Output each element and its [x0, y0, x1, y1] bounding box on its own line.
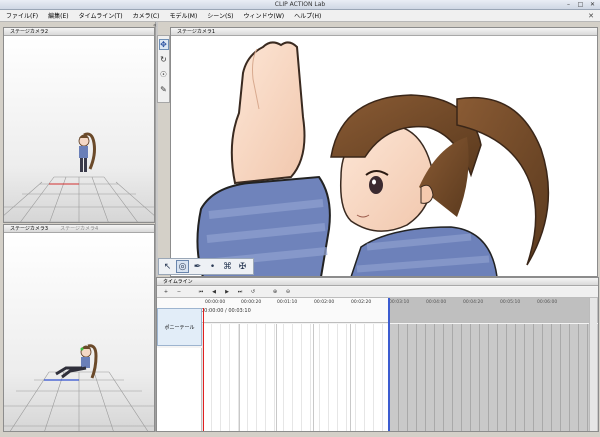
- pose-icon[interactable]: ✠: [236, 260, 249, 273]
- window-title: CLIP ACTION Lab: [274, 1, 326, 8]
- title-bar: CLIP ACTION Lab – □ ✕: [0, 0, 600, 10]
- move-tool-icon[interactable]: ✥: [158, 39, 169, 50]
- menu-help[interactable]: ヘルプ(H): [292, 10, 323, 21]
- go-start-button[interactable]: ⏮: [196, 288, 206, 296]
- menu-timeline[interactable]: タイムライン(T): [77, 10, 125, 21]
- timeline-scrollbar[interactable]: [589, 298, 597, 431]
- stage-camera-2-viewport[interactable]: [4, 37, 154, 222]
- orbit-icon[interactable]: ◎: [176, 260, 189, 273]
- tick-label: 00:02:20: [351, 300, 372, 305]
- tick-label: 00:00:00: [205, 300, 226, 305]
- start-marker[interactable]: [203, 308, 204, 431]
- stage-camera-1-panel: ステージカメラ1: [170, 27, 598, 277]
- tick-label: 00:06:00: [537, 300, 558, 305]
- stage-camera-1-viewport[interactable]: [171, 37, 597, 276]
- stage-grid-2: [4, 37, 154, 222]
- tick-label: 00:05:10: [500, 300, 521, 305]
- time-display: 00:00:00 / 00:03:10: [201, 308, 251, 314]
- menu-model[interactable]: モデル(M): [167, 10, 199, 21]
- timeline-ruler[interactable]: 00:00:00 / 00:03:10 00:00:00 00:00:20 00…: [157, 298, 598, 323]
- track-list: [157, 348, 202, 431]
- menu-bar: ファイル(F) 編集(E) タイムライン(T) カメラ(C) モデル(M) シー…: [0, 10, 600, 22]
- stage-grid-3: [4, 234, 154, 431]
- tab-stage-camera-2[interactable]: ステージカメラ2: [7, 28, 51, 35]
- go-end-button[interactable]: ⏭: [235, 288, 245, 296]
- rotate-camera-icon[interactable]: ↻: [159, 54, 169, 65]
- loop-button[interactable]: ↺: [248, 288, 258, 296]
- remove-key-button[interactable]: −: [174, 288, 184, 296]
- tab-stage-camera-4[interactable]: ステージカメラ4: [57, 225, 101, 232]
- tick-label: 00:00:20: [241, 300, 262, 305]
- tick-label: 00:02:00: [314, 300, 335, 305]
- tab-timeline[interactable]: タイムライン: [160, 278, 196, 285]
- pin-icon[interactable]: ✒: [191, 260, 204, 273]
- stage-camera-2-panel: ステージカメラ2: [3, 27, 155, 223]
- menu-camera[interactable]: カメラ(C): [131, 10, 162, 21]
- figure-icon[interactable]: ⌘: [221, 260, 234, 273]
- timeline-panel: タイムライン + − ⏮ ◀ ▶ ⏭ ↺ ⊕ ⊖ 00:00:00 / 00:0…: [156, 277, 599, 432]
- menu-close-icon[interactable]: ✕: [588, 12, 594, 20]
- prev-frame-button[interactable]: ◀: [209, 288, 219, 296]
- character-closeup: [196, 41, 550, 276]
- stage-camera-3-viewport[interactable]: [4, 234, 154, 431]
- collapse-arrow-icon[interactable]: «: [153, 22, 157, 29]
- minimize-button[interactable]: –: [564, 1, 573, 8]
- tick-label: 00:01:10: [277, 300, 298, 305]
- joint-icon[interactable]: •: [206, 260, 219, 273]
- close-window-button[interactable]: ✕: [588, 1, 597, 8]
- timeline-grid-disabled: [389, 324, 598, 431]
- zoom-in-button[interactable]: ⊕: [270, 288, 280, 296]
- tab-stage-camera-3[interactable]: ステージカメラ3: [7, 225, 51, 232]
- playhead[interactable]: [388, 298, 390, 431]
- track-label[interactable]: ポニーテール: [157, 308, 202, 346]
- zoom-out-button[interactable]: ⊖: [283, 288, 293, 296]
- tick-label: 00:04:00: [426, 300, 447, 305]
- tick-label: 00:04:20: [463, 300, 484, 305]
- camera-icon[interactable]: ☉: [159, 69, 169, 80]
- stage-camera-3-panel: ステージカメラ3 ステージカメラ4: [3, 224, 155, 432]
- tab-stage-camera-1[interactable]: ステージカメラ1: [174, 28, 218, 35]
- play-button[interactable]: ▶: [222, 288, 232, 296]
- pen-tool-icon[interactable]: ✎: [159, 84, 169, 95]
- menu-edit[interactable]: 編集(E): [46, 10, 70, 21]
- tick-label: 00:03:10: [389, 300, 410, 305]
- timeline-toolbar: + − ⏮ ◀ ▶ ⏭ ↺ ⊕ ⊖: [157, 287, 598, 298]
- maximize-button[interactable]: □: [576, 1, 585, 8]
- menu-file[interactable]: ファイル(F): [4, 10, 40, 21]
- select-icon[interactable]: ↖: [161, 260, 174, 273]
- tool-palette: ✥ ↻ ☉ ✎: [157, 35, 170, 103]
- pose-tool-bar: ↖ ◎ ✒ • ⌘ ✠: [158, 258, 254, 275]
- menu-window[interactable]: ウィンドウ(W): [242, 10, 287, 21]
- menu-scene[interactable]: シーン(S): [205, 10, 235, 21]
- add-key-button[interactable]: +: [161, 288, 171, 296]
